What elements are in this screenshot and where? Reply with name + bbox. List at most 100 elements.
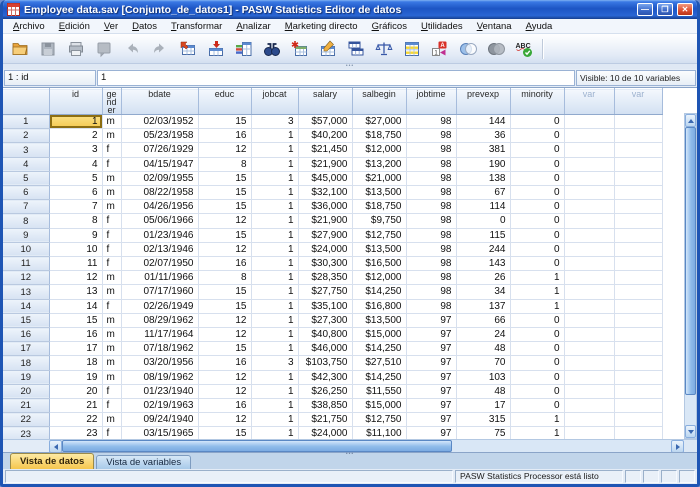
cell-jobcat-row17[interactable]: 1: [251, 342, 298, 356]
cell-jobcat-row2[interactable]: 1: [251, 129, 298, 143]
cell-prevexp-row17[interactable]: 48: [456, 342, 510, 356]
cell-salbegin-row10[interactable]: $13,500: [352, 242, 406, 256]
cell-minority-row11[interactable]: 0: [510, 257, 564, 271]
cell-var1-row16[interactable]: [564, 328, 614, 342]
cell-jobcat-row3[interactable]: 1: [251, 143, 298, 157]
cell-bdate-row9[interactable]: 01/23/1946: [121, 228, 198, 242]
cell-jobtime-row5[interactable]: 98: [406, 171, 456, 185]
toolbar-button-weight-cases[interactable]: [370, 36, 398, 62]
cell-salary-row8[interactable]: $21,900: [298, 214, 352, 228]
cell-jobtime-row8[interactable]: 98: [406, 214, 456, 228]
cell-prevexp-row4[interactable]: 190: [456, 157, 510, 171]
row-number[interactable]: 21: [3, 399, 49, 413]
row-number[interactable]: 13: [3, 285, 49, 299]
cell-salary-row23[interactable]: $24,000: [298, 427, 352, 439]
scroll-down-button[interactable]: [685, 425, 696, 438]
cell-jobtime-row4[interactable]: 98: [406, 157, 456, 171]
cell-id-row22[interactable]: 22: [49, 413, 102, 427]
cell-jobcat-row18[interactable]: 3: [251, 356, 298, 370]
cell-var1-row2[interactable]: [564, 129, 614, 143]
row-number[interactable]: 16: [3, 328, 49, 342]
cell-salbegin-row7[interactable]: $18,750: [352, 200, 406, 214]
cell-gender-row6[interactable]: m: [102, 186, 121, 200]
cell-id-row7[interactable]: 7: [49, 200, 102, 214]
cell-minority-row5[interactable]: 0: [510, 171, 564, 185]
cell-var2-row18[interactable]: [614, 356, 662, 370]
cell-bdate-row7[interactable]: 04/26/1956: [121, 200, 198, 214]
cell-bdate-row2[interactable]: 05/23/1958: [121, 129, 198, 143]
cell-jobcat-row1[interactable]: 3: [251, 115, 298, 129]
toolbar-button-open-file[interactable]: [6, 36, 34, 62]
cell-prevexp-row9[interactable]: 115: [456, 228, 510, 242]
cell-var1-row19[interactable]: [564, 370, 614, 384]
cell-educ-row16[interactable]: 12: [198, 328, 251, 342]
menu-item-gr-ficos[interactable]: Gráficos: [365, 21, 414, 32]
cell-bdate-row19[interactable]: 08/19/1962: [121, 370, 198, 384]
row-number[interactable]: 19: [3, 370, 49, 384]
title-bar[interactable]: Employee data.sav [Conjunto_de_datos1] -…: [3, 0, 697, 19]
cell-prevexp-row8[interactable]: 0: [456, 214, 510, 228]
cell-var2-row1[interactable]: [614, 115, 662, 129]
cell-var1-row14[interactable]: [564, 299, 614, 313]
cell-minority-row18[interactable]: 0: [510, 356, 564, 370]
horizontal-scroll-thumb[interactable]: [62, 440, 452, 452]
cell-salary-row11[interactable]: $30,300: [298, 257, 352, 271]
menu-item-analizar[interactable]: Analizar: [229, 21, 277, 32]
cell-educ-row11[interactable]: 16: [198, 257, 251, 271]
cell-gender-row5[interactable]: m: [102, 171, 121, 185]
row-number[interactable]: 15: [3, 313, 49, 327]
cell-var1-row18[interactable]: [564, 356, 614, 370]
cell-educ-row12[interactable]: 8: [198, 271, 251, 285]
cell-bdate-row23[interactable]: 03/15/1965: [121, 427, 198, 439]
cell-salbegin-row12[interactable]: $12,000: [352, 271, 406, 285]
cell-minority-row16[interactable]: 0: [510, 328, 564, 342]
cell-bdate-row12[interactable]: 01/11/1966: [121, 271, 198, 285]
cell-bdate-row16[interactable]: 11/17/1964: [121, 328, 198, 342]
cell-salary-row21[interactable]: $38,850: [298, 399, 352, 413]
cell-jobtime-row11[interactable]: 98: [406, 257, 456, 271]
cell-minority-row23[interactable]: 1: [510, 427, 564, 439]
cell-salbegin-row11[interactable]: $16,500: [352, 257, 406, 271]
cell-minority-row9[interactable]: 0: [510, 228, 564, 242]
cell-jobtime-row3[interactable]: 98: [406, 143, 456, 157]
cell-educ-row2[interactable]: 16: [198, 129, 251, 143]
cell-jobcat-row15[interactable]: 1: [251, 313, 298, 327]
cell-jobtime-row14[interactable]: 98: [406, 299, 456, 313]
cell-educ-row19[interactable]: 12: [198, 370, 251, 384]
cell-gender-row14[interactable]: f: [102, 299, 121, 313]
cell-prevexp-row12[interactable]: 26: [456, 271, 510, 285]
toolbar-button-show-all-variables[interactable]: [482, 36, 510, 62]
cell-prevexp-row2[interactable]: 36: [456, 129, 510, 143]
cell-salary-row20[interactable]: $26,250: [298, 384, 352, 398]
cell-var1-row7[interactable]: [564, 200, 614, 214]
cell-salary-row6[interactable]: $32,100: [298, 186, 352, 200]
cell-educ-row20[interactable]: 12: [198, 384, 251, 398]
cell-editor-input[interactable]: 1: [97, 70, 575, 86]
cell-educ-row22[interactable]: 12: [198, 413, 251, 427]
cell-jobtime-row13[interactable]: 98: [406, 285, 456, 299]
cell-salary-row2[interactable]: $40,200: [298, 129, 352, 143]
cell-salary-row10[interactable]: $24,000: [298, 242, 352, 256]
cell-gender-row10[interactable]: f: [102, 242, 121, 256]
cell-id-row4[interactable]: 4: [49, 157, 102, 171]
cell-jobcat-row5[interactable]: 1: [251, 171, 298, 185]
cell-bdate-row6[interactable]: 08/22/1958: [121, 186, 198, 200]
cell-salbegin-row21[interactable]: $15,000: [352, 399, 406, 413]
cell-educ-row14[interactable]: 15: [198, 299, 251, 313]
cell-id-row19[interactable]: 19: [49, 370, 102, 384]
cell-educ-row23[interactable]: 15: [198, 427, 251, 439]
cell-salbegin-row13[interactable]: $14,250: [352, 285, 406, 299]
cell-gender-row11[interactable]: f: [102, 257, 121, 271]
toolbar-button-variables[interactable]: [230, 36, 258, 62]
row-number[interactable]: 20: [3, 384, 49, 398]
cell-salbegin-row9[interactable]: $12,750: [352, 228, 406, 242]
cell-var1-row5[interactable]: [564, 171, 614, 185]
cell-salbegin-row17[interactable]: $14,250: [352, 342, 406, 356]
cell-prevexp-row21[interactable]: 17: [456, 399, 510, 413]
cell-jobcat-row8[interactable]: 1: [251, 214, 298, 228]
cell-minority-row7[interactable]: 0: [510, 200, 564, 214]
cell-salary-row19[interactable]: $42,300: [298, 370, 352, 384]
cell-id-row14[interactable]: 14: [49, 299, 102, 313]
close-button[interactable]: ✕: [677, 3, 693, 16]
cell-var1-row9[interactable]: [564, 228, 614, 242]
